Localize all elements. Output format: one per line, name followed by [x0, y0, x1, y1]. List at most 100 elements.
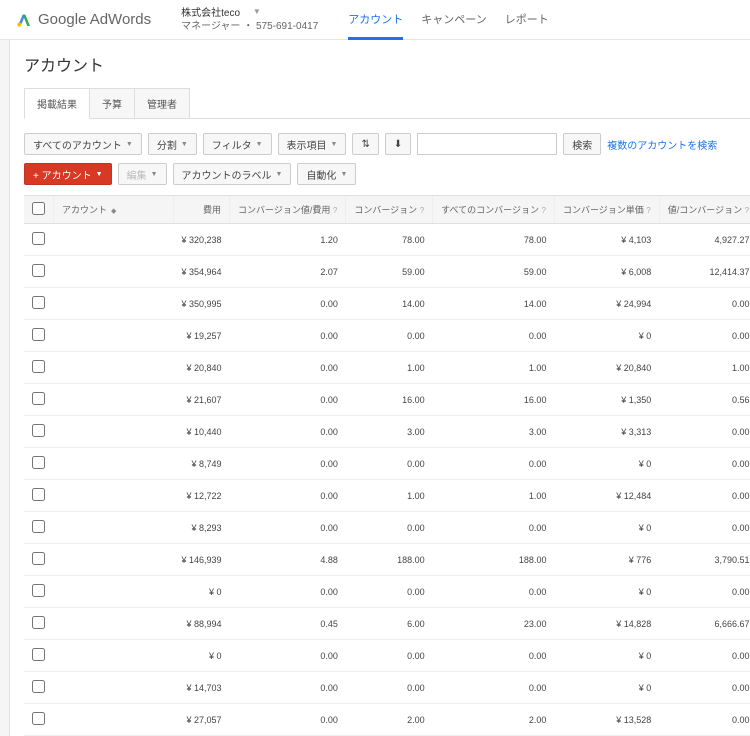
row-checkbox[interactable] — [32, 552, 45, 565]
cell-account[interactable] — [54, 640, 174, 672]
row-checkbox[interactable] — [32, 424, 45, 437]
cell-allconv: 0.00 — [433, 672, 555, 704]
cell-allconv: 0.00 — [433, 640, 555, 672]
caret-icon: ▼ — [331, 141, 338, 148]
filter-dropdown[interactable]: フィルタ▼ — [203, 133, 272, 155]
row-checkbox-cell — [24, 544, 54, 576]
nav-report[interactable]: レポート — [505, 0, 549, 40]
cell-convval: ¥ 0 — [554, 448, 659, 480]
cell-cost: ¥ 8,749 — [174, 448, 230, 480]
cell-convval: ¥ 13,528 — [554, 704, 659, 736]
edit-dropdown[interactable]: 編集▼ — [118, 163, 167, 185]
cell-account[interactable] — [54, 512, 174, 544]
row-checkbox[interactable] — [32, 392, 45, 405]
row-checkbox[interactable] — [32, 488, 45, 501]
tab-results[interactable]: 掲載結果 — [24, 88, 90, 119]
search-input[interactable] — [417, 133, 557, 155]
download-button[interactable]: ⬇ — [385, 133, 411, 155]
col-conv-val-cost[interactable]: コンバージョン値/費用 ? — [230, 196, 346, 224]
select-all-checkbox[interactable] — [32, 202, 45, 215]
col-all-conversions[interactable]: すべてのコンバージョン ? — [433, 196, 555, 224]
cell-cost: ¥ 21,607 — [174, 384, 230, 416]
row-checkbox[interactable] — [32, 264, 45, 277]
columns-dropdown[interactable]: 表示項目▼ — [278, 133, 347, 155]
all-accounts-dropdown[interactable]: すべてのアカウント▼ — [24, 133, 142, 155]
row-checkbox[interactable] — [32, 520, 45, 533]
cell-account[interactable] — [54, 704, 174, 736]
table-row: ¥ 21,6070.0016.0016.00¥ 1,3500.56¥ 1,350… — [24, 384, 750, 416]
nav-account[interactable]: アカウント — [348, 0, 403, 40]
row-checkbox[interactable] — [32, 232, 45, 245]
chart-button[interactable]: ⇅ — [352, 133, 378, 155]
tab-admins[interactable]: 管理者 — [134, 88, 190, 118]
cell-vpc: 12,414.37 — [659, 256, 750, 288]
cell-account[interactable] — [54, 256, 174, 288]
col-cost[interactable]: 費用 — [174, 196, 230, 224]
table-row: ¥ 350,9950.0014.0014.00¥ 24,9940.00¥ 24,… — [24, 288, 750, 320]
cell-account[interactable] — [54, 352, 174, 384]
nav-campaign[interactable]: キャンペーン — [421, 0, 486, 40]
row-checkbox[interactable] — [32, 584, 45, 597]
tab-budget[interactable]: 予算 — [89, 88, 135, 118]
cell-convval: ¥ 0 — [554, 512, 659, 544]
cell-cvc: 0.00 — [230, 480, 346, 512]
labels-dropdown[interactable]: アカウントのラベル▼ — [173, 163, 292, 185]
automate-dropdown[interactable]: 自動化▼ — [297, 163, 356, 185]
cell-account[interactable] — [54, 416, 174, 448]
cell-cvc: 2.07 — [230, 256, 346, 288]
cell-cost: ¥ 27,057 — [174, 704, 230, 736]
row-checkbox[interactable] — [32, 328, 45, 341]
cell-conv: 188.00 — [346, 544, 433, 576]
cell-cvc: 4.88 — [230, 544, 346, 576]
col-val-per-conv[interactable]: 値/コンバージョン ? — [659, 196, 750, 224]
cell-account[interactable] — [54, 224, 174, 256]
cell-account[interactable] — [54, 448, 174, 480]
select-all-header — [24, 196, 54, 224]
row-checkbox-cell — [24, 288, 54, 320]
cell-account[interactable] — [54, 288, 174, 320]
add-account-button[interactable]: + アカウント▼ — [24, 163, 112, 185]
row-checkbox[interactable] — [32, 296, 45, 309]
cell-account[interactable] — [54, 384, 174, 416]
multi-account-search-link[interactable]: 複数のアカウントを検索 — [607, 137, 717, 152]
client-switcher[interactable]: 株式会社teco ▼ マネージャー ・ 575-691-0417 — [181, 7, 318, 33]
cell-cvc: 0.00 — [230, 288, 346, 320]
row-checkbox[interactable] — [32, 680, 45, 693]
help-icon: ? — [646, 206, 650, 215]
col-conv-value[interactable]: コンバージョン単価 ? — [554, 196, 659, 224]
cell-conv: 0.00 — [346, 320, 433, 352]
cell-account[interactable] — [54, 672, 174, 704]
cell-vpc: 0.00 — [659, 448, 750, 480]
cell-allconv: 23.00 — [433, 608, 555, 640]
search-button[interactable]: 検索 — [563, 133, 601, 155]
col-conversions[interactable]: コンバージョン ? — [346, 196, 433, 224]
table-row: ¥ 00.000.000.00¥ 00.00¥ 00.00%0.00% — [24, 576, 750, 608]
cell-account[interactable] — [54, 480, 174, 512]
row-checkbox[interactable] — [32, 712, 45, 725]
table-row: ¥ 8,7490.000.000.00¥ 00.00¥ 00.00%0.00% — [24, 448, 750, 480]
caret-icon: ▼ — [256, 141, 263, 148]
table-row: ¥ 146,9394.88188.00188.00¥ 7763,790.51¥ … — [24, 544, 750, 576]
row-checkbox[interactable] — [32, 616, 45, 629]
cell-conv: 2.00 — [346, 704, 433, 736]
cell-conv: 3.00 — [346, 416, 433, 448]
cell-account[interactable] — [54, 544, 174, 576]
col-account[interactable]: アカウント◆ — [54, 196, 174, 224]
cell-convval: ¥ 24,994 — [554, 288, 659, 320]
row-checkbox[interactable] — [32, 648, 45, 661]
cell-account[interactable] — [54, 576, 174, 608]
cell-cost: ¥ 14,703 — [174, 672, 230, 704]
cell-account[interactable] — [54, 320, 174, 352]
table-row: ¥ 00.000.000.00¥ 00.00¥ 00.00%0.00% — [24, 640, 750, 672]
row-checkbox[interactable] — [32, 360, 45, 373]
cell-account[interactable] — [54, 608, 174, 640]
cell-convval: ¥ 776 — [554, 544, 659, 576]
row-checkbox-cell — [24, 352, 54, 384]
table-row: ¥ 320,2381.2078.0078.00¥ 4,1034,927.27¥ … — [24, 224, 750, 256]
table-row: ¥ 8,2930.000.000.00¥ 00.00¥ 00.00%0.00% — [24, 512, 750, 544]
row-checkbox-cell — [24, 256, 54, 288]
cell-cvc: 0.45 — [230, 608, 346, 640]
row-checkbox[interactable] — [32, 456, 45, 469]
segment-dropdown[interactable]: 分割▼ — [148, 133, 197, 155]
row-checkbox-cell — [24, 224, 54, 256]
